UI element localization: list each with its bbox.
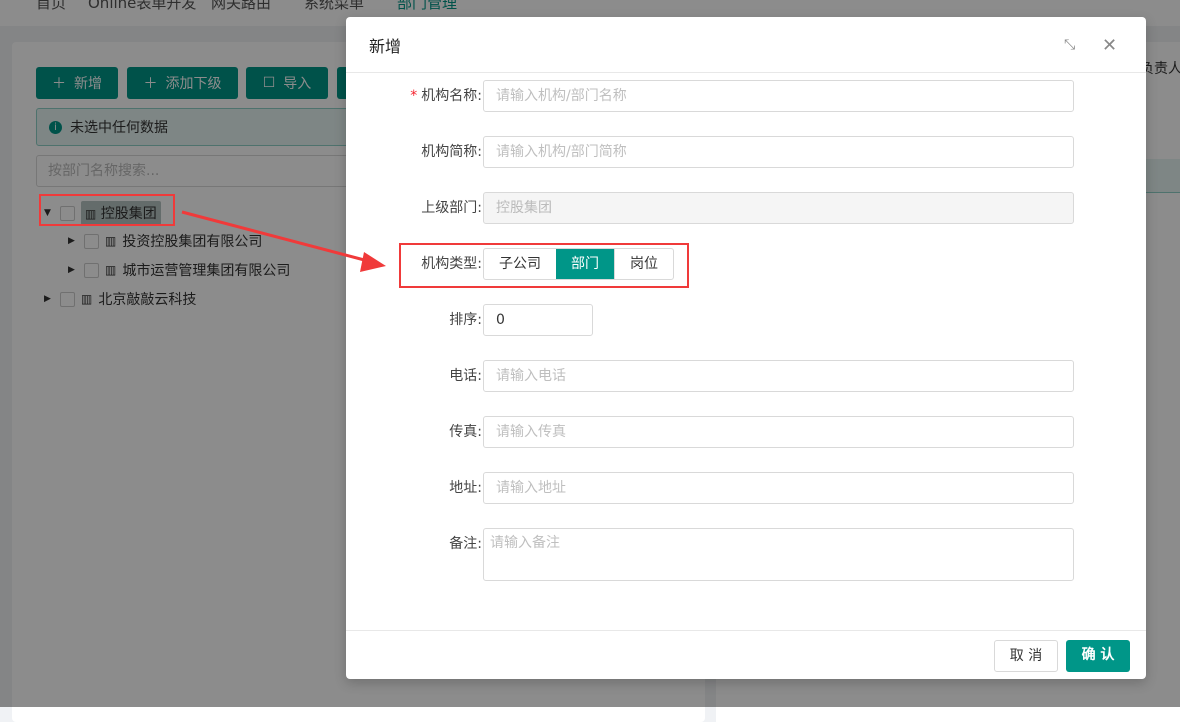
annotation-arrow [181,210,386,272]
